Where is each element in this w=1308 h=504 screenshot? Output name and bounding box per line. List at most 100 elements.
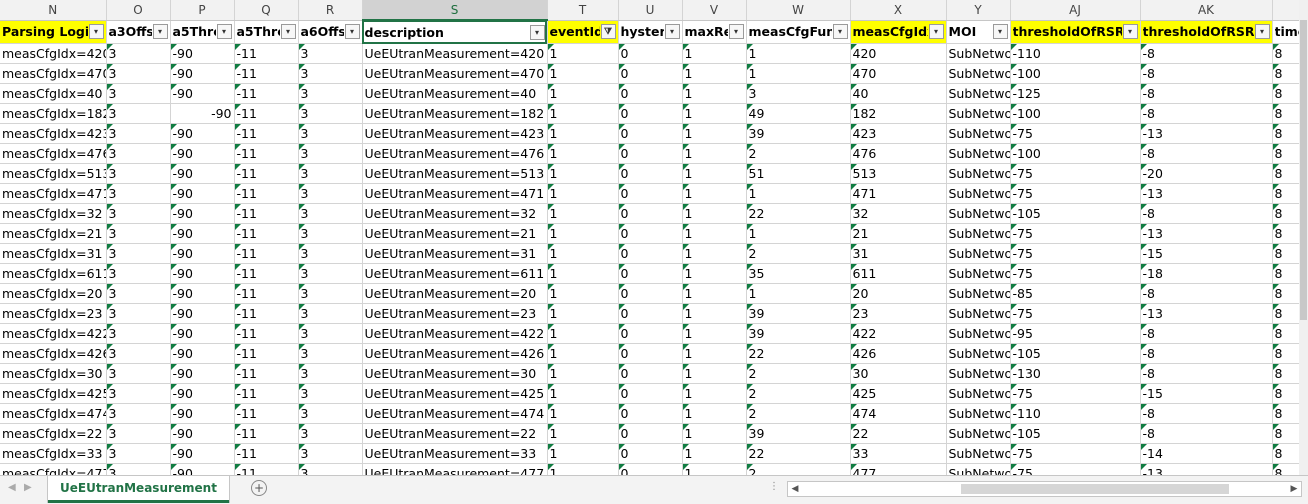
cell[interactable]: UeEUtranMeasurement=426: [362, 343, 548, 364]
cell[interactable]: 3: [106, 203, 171, 224]
cell[interactable]: 1: [682, 183, 747, 204]
cell[interactable]: 8: [1272, 323, 1299, 344]
cell[interactable]: -90: [170, 63, 235, 84]
cell[interactable]: -125: [1010, 83, 1141, 104]
cell[interactable]: -75: [1010, 223, 1141, 244]
cell[interactable]: 8: [1272, 103, 1299, 124]
cell[interactable]: -105: [1010, 423, 1141, 444]
cell[interactable]: -110: [1010, 403, 1141, 424]
cell[interactable]: 39: [746, 123, 851, 144]
cell[interactable]: 3: [298, 143, 363, 164]
cell[interactable]: 8: [1272, 123, 1299, 144]
cell[interactable]: 476: [850, 143, 947, 164]
cell[interactable]: 1: [547, 463, 619, 475]
cell[interactable]: measCfgIdx=31: [0, 243, 107, 264]
filter-dropdown-icon[interactable]: ▾: [216, 24, 232, 40]
filter-dropdown-icon[interactable]: ▾: [88, 24, 104, 40]
cell[interactable]: measCfgIdx=423: [0, 123, 107, 144]
cell[interactable]: measCfgIdx=611: [0, 263, 107, 284]
cell[interactable]: 2: [746, 383, 851, 404]
cell[interactable]: measCfgIdx=426: [0, 343, 107, 364]
cell[interactable]: measCfgIdx=30: [0, 363, 107, 384]
cell[interactable]: 8: [1272, 263, 1299, 284]
cell[interactable]: 3: [106, 83, 171, 104]
cell[interactable]: 3: [106, 223, 171, 244]
column-header-x[interactable]: X: [850, 0, 947, 21]
cell[interactable]: 0: [618, 383, 683, 404]
cell[interactable]: 3: [298, 383, 363, 404]
cell[interactable]: -75: [1010, 243, 1141, 264]
cell[interactable]: UeEUtranMeasurement=32: [362, 203, 548, 224]
cell[interactable]: 1: [682, 263, 747, 284]
cell[interactable]: measCfgIdx=33: [0, 443, 107, 464]
cell[interactable]: -11: [234, 343, 299, 364]
cell[interactable]: 8: [1272, 423, 1299, 444]
cell[interactable]: 3: [298, 43, 363, 64]
column-header-r[interactable]: R: [298, 0, 363, 21]
cell[interactable]: -8: [1140, 423, 1273, 444]
cell[interactable]: UeEUtranMeasurement=420: [362, 43, 548, 64]
cell[interactable]: 0: [618, 43, 683, 64]
cell[interactable]: 422: [850, 323, 947, 344]
next-sheet-icon[interactable]: ▶: [24, 482, 32, 493]
plus-circle-icon[interactable]: +: [251, 480, 267, 496]
cell[interactable]: -90: [170, 363, 235, 384]
cell[interactable]: 0: [618, 103, 683, 124]
cell[interactable]: -11: [234, 423, 299, 444]
header-cell[interactable]: Parsing Logic ▾: [0, 20, 107, 44]
cell[interactable]: 3: [106, 163, 171, 184]
cell[interactable]: 21: [850, 223, 947, 244]
cell[interactable]: SubNetwork: [946, 363, 1011, 384]
filter-dropdown-icon[interactable]: ▾: [280, 24, 296, 40]
cell[interactable]: 1: [746, 223, 851, 244]
cell[interactable]: -18: [1140, 263, 1273, 284]
cell[interactable]: -20: [1140, 163, 1273, 184]
cell[interactable]: 1: [547, 63, 619, 84]
column-header-aj[interactable]: AJ: [1010, 0, 1141, 21]
cell[interactable]: -130: [1010, 363, 1141, 384]
cell[interactable]: -90: [170, 383, 235, 404]
sheet-tab-ueeutranmeasurement[interactable]: UeEUtranMeasurement: [48, 476, 229, 503]
cell[interactable]: 1: [682, 443, 747, 464]
cell[interactable]: 1: [547, 223, 619, 244]
cell[interactable]: -11: [234, 143, 299, 164]
cell[interactable]: 8: [1272, 463, 1299, 475]
cell[interactable]: 513: [850, 163, 947, 184]
cell[interactable]: 3: [106, 443, 171, 464]
cell[interactable]: UeEUtranMeasurement=476: [362, 143, 548, 164]
cell[interactable]: -8: [1140, 323, 1273, 344]
cell[interactable]: 3: [106, 283, 171, 304]
cell[interactable]: 1: [746, 283, 851, 304]
cell[interactable]: -14: [1140, 443, 1273, 464]
column-header-w[interactable]: W: [746, 0, 851, 21]
cell[interactable]: -90: [170, 143, 235, 164]
cell[interactable]: measCfgIdx=420: [0, 43, 107, 64]
cell[interactable]: 0: [618, 443, 683, 464]
cell[interactable]: -11: [234, 63, 299, 84]
column-header-t[interactable]: T: [547, 0, 619, 21]
cell[interactable]: 471: [850, 183, 947, 204]
header-cell[interactable]: timeToTrigger: [1272, 20, 1299, 44]
cell[interactable]: 8: [1272, 183, 1299, 204]
cell[interactable]: -13: [1140, 303, 1273, 324]
cell[interactable]: 1: [682, 403, 747, 424]
cell[interactable]: measCfgIdx=470: [0, 63, 107, 84]
column-header-n[interactable]: N: [0, 0, 107, 21]
cell[interactable]: 1: [547, 183, 619, 204]
cell[interactable]: 39: [746, 423, 851, 444]
cell[interactable]: 611: [850, 263, 947, 284]
cell[interactable]: 1: [682, 103, 747, 124]
cell[interactable]: -11: [234, 183, 299, 204]
cell[interactable]: 3: [106, 123, 171, 144]
header-cell[interactable]: a5Threshold2▾: [234, 20, 299, 44]
cell[interactable]: UeEUtranMeasurement=611: [362, 263, 548, 284]
cell[interactable]: -11: [234, 463, 299, 475]
cell[interactable]: 8: [1272, 283, 1299, 304]
cell[interactable]: 8: [1272, 363, 1299, 384]
cell[interactable]: 3: [106, 303, 171, 324]
cell[interactable]: -8: [1140, 403, 1273, 424]
filter-dropdown-icon[interactable]: ▾: [152, 24, 168, 40]
cell[interactable]: SubNetwork: [946, 223, 1011, 244]
cell[interactable]: SubNetwork: [946, 343, 1011, 364]
cell[interactable]: 2: [746, 143, 851, 164]
